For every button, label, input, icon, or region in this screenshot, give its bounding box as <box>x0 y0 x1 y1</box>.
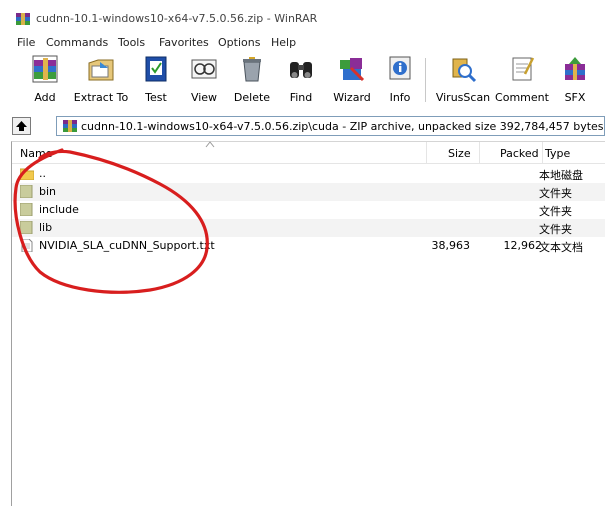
file-type: 文件夹 <box>539 187 572 200</box>
file-type: 文本文档 <box>539 241 583 254</box>
view-label: View <box>190 91 218 104</box>
delete-label: Delete <box>233 91 271 104</box>
menu-help[interactable]: Help <box>271 36 296 49</box>
file-row-lib[interactable]: lib 文件夹 <box>12 219 605 237</box>
wizard-button[interactable]: Wizard <box>330 52 374 106</box>
address-bar: cudnn-10.1-windows10-x64-v7.5.0.56.zip\c… <box>12 116 605 136</box>
folder-icon <box>20 203 33 216</box>
folder-icon <box>20 221 33 234</box>
virusscan-label: VirusScan <box>435 91 491 104</box>
add-label: Add <box>34 91 56 104</box>
extract-to-button[interactable]: Extract To <box>70 52 132 106</box>
up-folder-icon <box>16 121 27 131</box>
up-folder-button[interactable] <box>12 117 31 135</box>
menu-bar: File Commands Tools Favorites Options He… <box>0 34 605 52</box>
comment-icon <box>512 57 535 81</box>
delete-button[interactable]: Delete <box>232 52 272 106</box>
wizard-icon <box>340 58 365 82</box>
window-title: cudnn-10.1-windows10-x64-v7.5.0.56.zip -… <box>36 12 318 25</box>
info-button[interactable]: Info <box>385 52 415 106</box>
parent-folder-icon <box>20 168 34 180</box>
column-divider[interactable] <box>479 142 480 164</box>
view-icon <box>191 59 217 79</box>
file-name: lib <box>39 221 53 234</box>
column-name[interactable]: Name <box>20 147 52 160</box>
column-divider[interactable] <box>426 142 427 164</box>
column-size[interactable]: Size <box>448 147 471 160</box>
menu-favorites[interactable]: Favorites <box>159 36 209 49</box>
file-packed-size: 12,962 <box>503 239 543 252</box>
comment-button[interactable]: Comment <box>495 52 549 106</box>
menu-options[interactable]: Options <box>218 36 260 49</box>
file-row-include[interactable]: include 文件夹 <box>12 201 605 219</box>
virusscan-button[interactable]: VirusScan <box>434 52 492 106</box>
file-row-txt[interactable]: NVIDIA_SLA_cuDNN_Support.txt 38,963 12,9… <box>12 237 605 255</box>
file-name: NVIDIA_SLA_cuDNN_Support.txt <box>39 239 215 252</box>
comment-label: Comment <box>495 91 549 104</box>
column-divider[interactable] <box>542 142 543 164</box>
find-label: Find <box>289 91 313 104</box>
menu-commands[interactable]: Commands <box>46 36 108 49</box>
archive-icon <box>63 120 77 132</box>
file-name: .. <box>39 167 46 180</box>
menu-tools[interactable]: Tools <box>118 36 145 49</box>
column-type[interactable]: Type <box>545 147 570 160</box>
folder-icon <box>20 185 33 198</box>
file-name: include <box>39 203 79 216</box>
column-header: Name Size Packed Type <box>12 141 605 164</box>
file-size: 38,963 <box>431 239 471 252</box>
path-field[interactable]: cudnn-10.1-windows10-x64-v7.5.0.56.zip\c… <box>56 116 605 136</box>
title-bar: cudnn-10.1-windows10-x64-v7.5.0.56.zip -… <box>0 0 605 34</box>
test-button[interactable]: Test <box>139 52 173 106</box>
file-list: Name Size Packed Type .. 本地磁盘 bin 文件夹 in… <box>11 141 605 506</box>
sort-up-icon <box>205 141 215 148</box>
file-row-parent[interactable]: .. 本地磁盘 <box>12 165 605 183</box>
wizard-label: Wizard <box>333 91 371 104</box>
winrar-icon <box>16 13 30 25</box>
file-name: bin <box>39 185 57 198</box>
menu-file[interactable]: File <box>17 36 35 49</box>
file-type: 文件夹 <box>539 223 572 236</box>
extract-to-label: Extract To <box>73 91 129 104</box>
sfx-icon <box>565 57 585 80</box>
path-text: cudnn-10.1-windows10-x64-v7.5.0.56.zip\c… <box>81 120 604 133</box>
add-button[interactable]: Add <box>24 52 66 106</box>
toolbar: Add Extract To Test View Delete Find Wiz… <box>0 52 605 108</box>
test-label: Test <box>145 91 167 104</box>
virusscan-icon <box>452 58 477 83</box>
delete-icon <box>243 57 261 82</box>
view-button[interactable]: View <box>186 52 222 106</box>
column-packed[interactable]: Packed <box>500 147 539 160</box>
add-archive-icon <box>32 55 58 83</box>
sfx-label: SFX <box>564 91 586 104</box>
find-button[interactable]: Find <box>284 52 318 106</box>
find-icon <box>290 62 312 78</box>
file-row-bin[interactable]: bin 文件夹 <box>12 183 605 201</box>
test-icon <box>145 56 167 82</box>
toolbar-separator <box>425 58 426 102</box>
text-file-icon <box>21 239 33 252</box>
sfx-button[interactable]: SFX <box>558 52 592 106</box>
file-type: 文件夹 <box>539 205 572 218</box>
extract-to-icon <box>88 59 114 81</box>
info-icon <box>389 56 411 80</box>
file-type: 本地磁盘 <box>539 169 583 182</box>
info-label: Info <box>389 91 411 104</box>
